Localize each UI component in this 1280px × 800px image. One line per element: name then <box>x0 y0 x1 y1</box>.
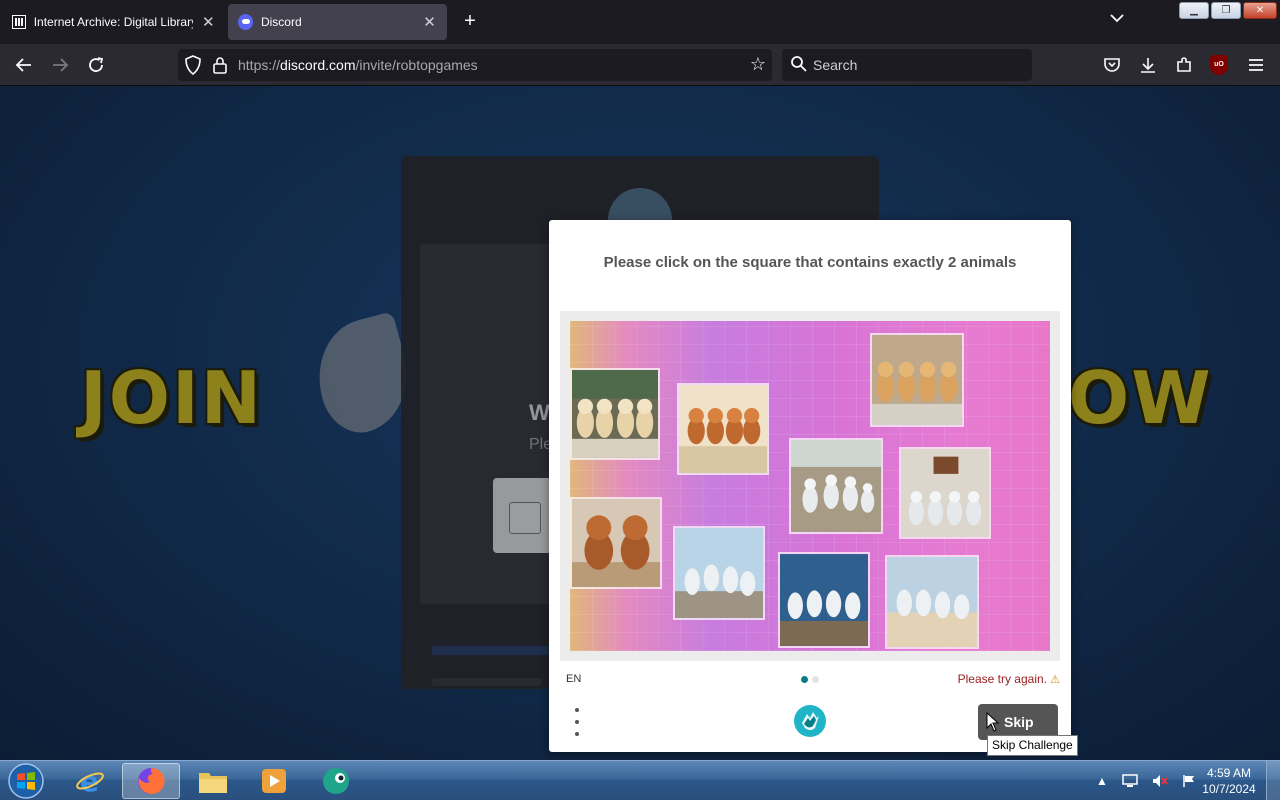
captcha-challenge: Please click on the square that contains… <box>549 220 1071 752</box>
challenge-image-canvas[interactable] <box>570 321 1050 651</box>
image-tile-four-puppies[interactable] <box>570 368 660 460</box>
tracking-protection-shield-icon[interactable] <box>184 55 202 75</box>
internet-archive-icon <box>12 15 26 29</box>
volume-muted-icon[interactable] <box>1152 774 1168 788</box>
lock-icon[interactable] <box>212 56 228 74</box>
back-arrow-icon[interactable] <box>12 53 36 77</box>
more-options-icon[interactable] <box>573 708 581 736</box>
window-controls: ▁ ❐ ✕ <box>1179 2 1277 19</box>
image-tile-four-red-puppies[interactable] <box>677 383 769 475</box>
language-selector[interactable]: EN <box>566 673 581 685</box>
system-tray: ▲ <box>1096 761 1196 800</box>
mouse-cursor-icon <box>986 712 1000 732</box>
challenge-prompt: Please click on the square that contains… <box>603 254 1017 271</box>
hamburger-menu-icon[interactable] <box>1244 53 1268 77</box>
show-hidden-icons-icon[interactable]: ▲ <box>1096 774 1108 788</box>
show-desktop-button[interactable] <box>1266 761 1280 800</box>
restore-icon[interactable]: ❐ <box>1211 2 1241 19</box>
tab-title: Discord <box>260 15 302 29</box>
taskbar-bird-app-icon[interactable] <box>307 763 365 799</box>
list-all-tabs-icon[interactable] <box>1110 10 1124 26</box>
error-message: Please try again. <box>957 672 1047 686</box>
windows-taskbar: e ▲ 4:59 AM 10/7/2024 <box>0 760 1280 800</box>
extensions-puzzle-icon[interactable] <box>1172 53 1196 77</box>
tab-discord[interactable]: Discord ✕ <box>228 4 447 40</box>
action-center-flag-icon[interactable] <box>1182 774 1196 788</box>
warning-icon: ⚠ <box>1050 674 1060 686</box>
tab-internet-archive[interactable]: Internet Archive: Digital Library of Fre… <box>8 4 220 40</box>
reload-icon[interactable] <box>84 53 108 77</box>
tab-title: Internet Archive: Digital Library of Fre… <box>33 15 193 29</box>
progress-dot <box>812 676 819 683</box>
image-tile-seagulls-kitchen[interactable] <box>789 438 883 534</box>
progress-dots <box>801 676 819 683</box>
bookmark-star-icon[interactable]: ☆ <box>750 54 766 75</box>
taskbar-clock[interactable]: 4:59 AM 10/7/2024 <box>1198 765 1260 797</box>
image-tile-seagulls-livingroom[interactable] <box>899 447 991 539</box>
close-window-icon[interactable]: ✕ <box>1243 2 1277 19</box>
discord-icon <box>238 14 253 30</box>
address-bar[interactable]: https://discord.com/invite/robtopgames ☆ <box>178 49 772 81</box>
search-input[interactable]: Search <box>782 49 1032 81</box>
pocket-icon[interactable] <box>1100 53 1124 77</box>
url-text: https://discord.com/invite/robtopgames <box>238 57 478 73</box>
skip-challenge-tooltip: Skip Challenge <box>987 735 1078 756</box>
close-tab-icon[interactable]: ✕ <box>422 13 437 31</box>
navigation-toolbar: https://discord.com/invite/robtopgames ☆… <box>0 44 1280 86</box>
search-icon <box>791 56 807 72</box>
clock-date: 10/7/2024 <box>1202 782 1256 796</box>
hcaptcha-logo-icon[interactable] <box>793 704 827 738</box>
downloads-icon[interactable] <box>1136 53 1160 77</box>
minimize-icon[interactable]: ▁ <box>1179 2 1209 19</box>
windows-start-orb-icon[interactable] <box>6 762 46 800</box>
clock-time: 4:59 AM <box>1206 766 1252 780</box>
taskbar-internet-explorer-icon[interactable]: e <box>61 763 119 799</box>
svg-text:e: e <box>80 766 99 796</box>
forward-arrow-icon[interactable] <box>48 53 72 77</box>
image-tile-seagulls-rocks[interactable] <box>673 526 765 620</box>
network-icon[interactable] <box>1122 774 1138 788</box>
challenge-panel <box>560 311 1060 661</box>
image-tile-seagulls-beach[interactable] <box>885 555 979 649</box>
taskbar-file-explorer-icon[interactable] <box>184 763 242 799</box>
search-placeholder: Search <box>813 57 858 73</box>
progress-dot-active <box>801 676 808 683</box>
image-tile-four-golden-puppies[interactable] <box>870 333 964 427</box>
new-tab-icon[interactable]: + <box>458 9 482 33</box>
ublock-origin-icon[interactable]: uO <box>1210 55 1228 75</box>
taskbar-media-player-icon[interactable] <box>245 763 303 799</box>
taskbar-firefox-icon[interactable] <box>122 763 180 799</box>
image-tile-seagulls-post[interactable] <box>778 552 870 648</box>
browser-tab-strip: Internet Archive: Digital Library of Fre… <box>0 0 1280 44</box>
image-tile-two-puppies[interactable] <box>570 497 662 589</box>
close-tab-icon[interactable]: ✕ <box>201 13 217 31</box>
